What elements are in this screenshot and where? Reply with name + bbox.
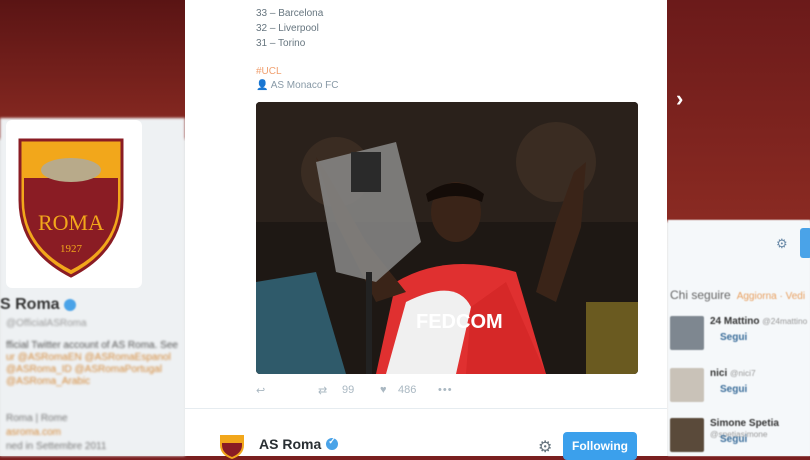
ranking-line: 33 – Barcelona bbox=[256, 8, 324, 19]
profile-website[interactable]: asroma.com bbox=[6, 426, 106, 440]
more-icon[interactable]: ••• bbox=[438, 384, 453, 396]
hashtag-link[interactable]: #UCL bbox=[256, 66, 282, 77]
suggestion-name[interactable]: 24 Mattino @24mattino bbox=[710, 316, 807, 327]
tagged-account-label[interactable]: AS Monaco FC bbox=[271, 80, 339, 91]
divider bbox=[185, 408, 667, 409]
heart-icon[interactable]: ♥ bbox=[380, 384, 387, 396]
bio-line: fficial Twitter account of AS Roma. See bbox=[6, 340, 178, 351]
tweet-photo-image: FEDCOM bbox=[256, 102, 638, 374]
gear-icon[interactable]: ⚙ bbox=[538, 437, 552, 457]
verified-icon bbox=[63, 298, 76, 311]
suggestion-name[interactable]: nici @nici7 bbox=[710, 368, 756, 379]
suggestion-avatar[interactable] bbox=[670, 418, 704, 452]
suggestion-row[interactable]: nici @nici7 Segui bbox=[670, 368, 810, 408]
chevron-right-icon[interactable]: › bbox=[676, 86, 683, 112]
tagged-account[interactable]: 👤 AS Monaco FC bbox=[256, 80, 339, 91]
profile-joined: ned in Settembre 2011 bbox=[6, 441, 107, 452]
refresh-link[interactable]: Aggiorna · Vedi bbox=[737, 291, 805, 302]
jersey-text: FEDCOM bbox=[416, 311, 503, 333]
who-to-follow-title: Chi seguire Aggiorna · Vedi bbox=[670, 288, 805, 302]
profile-handle[interactable]: @OfficialASRoma bbox=[6, 318, 87, 329]
profile-meta: Roma | Rome asroma.com ned in Settembre … bbox=[6, 412, 106, 454]
follow-link[interactable]: Segui bbox=[720, 332, 747, 343]
person-icon: 👤 bbox=[256, 80, 271, 91]
profile-bio: fficial Twitter account of AS Roma. See … bbox=[6, 340, 181, 388]
reply-icon[interactable]: ↩ bbox=[256, 384, 265, 397]
who-to-follow-label: Chi seguire bbox=[670, 288, 731, 302]
profile-name: S Roma bbox=[0, 296, 76, 314]
tweet-photo[interactable]: FEDCOM bbox=[256, 102, 638, 374]
profile-name-text: S Roma bbox=[0, 296, 60, 313]
retweet-icon[interactable]: ⇄ bbox=[318, 384, 327, 397]
account-name[interactable]: AS Roma bbox=[259, 436, 339, 452]
retweet-count[interactable]: 99 bbox=[342, 384, 354, 396]
crest-year: 1927 bbox=[60, 243, 83, 255]
suggestion-row[interactable]: Simone Spetia @spetiasimone Segui bbox=[670, 418, 810, 458]
crest-text: ROMA bbox=[38, 210, 104, 235]
account-name-text[interactable]: AS Roma bbox=[259, 436, 321, 452]
bio-line[interactable]: ur @ASRomaEN @ASRomaEspanol bbox=[6, 352, 181, 364]
gear-icon[interactable]: ⚙ bbox=[776, 236, 788, 252]
bio-line[interactable]: @ASRoma_ID @ASRomaPortugal bbox=[6, 364, 181, 376]
ranking-line: 31 – Torino bbox=[256, 38, 306, 49]
ranking-line: 32 – Liverpool bbox=[256, 23, 319, 34]
suggestion-avatar[interactable] bbox=[670, 368, 704, 402]
follow-link[interactable]: Segui bbox=[720, 384, 747, 395]
suggestion-avatar[interactable] bbox=[670, 316, 704, 350]
verified-icon bbox=[326, 436, 339, 450]
follow-button-partial[interactable] bbox=[800, 228, 810, 258]
roma-crest-icon: ROMA 1927 bbox=[18, 138, 124, 278]
tweet-actions: ↩ ⇄ 99 ♥ 486 ••• bbox=[256, 384, 638, 398]
suggestion-row[interactable]: 24 Mattino @24mattino Segui bbox=[670, 316, 810, 356]
like-count[interactable]: 486 bbox=[398, 384, 416, 396]
profile-location: Roma | Rome bbox=[6, 413, 68, 424]
bio-line[interactable]: @ASRoma_Arabic bbox=[6, 376, 181, 388]
follow-link[interactable]: Segui bbox=[720, 434, 747, 445]
